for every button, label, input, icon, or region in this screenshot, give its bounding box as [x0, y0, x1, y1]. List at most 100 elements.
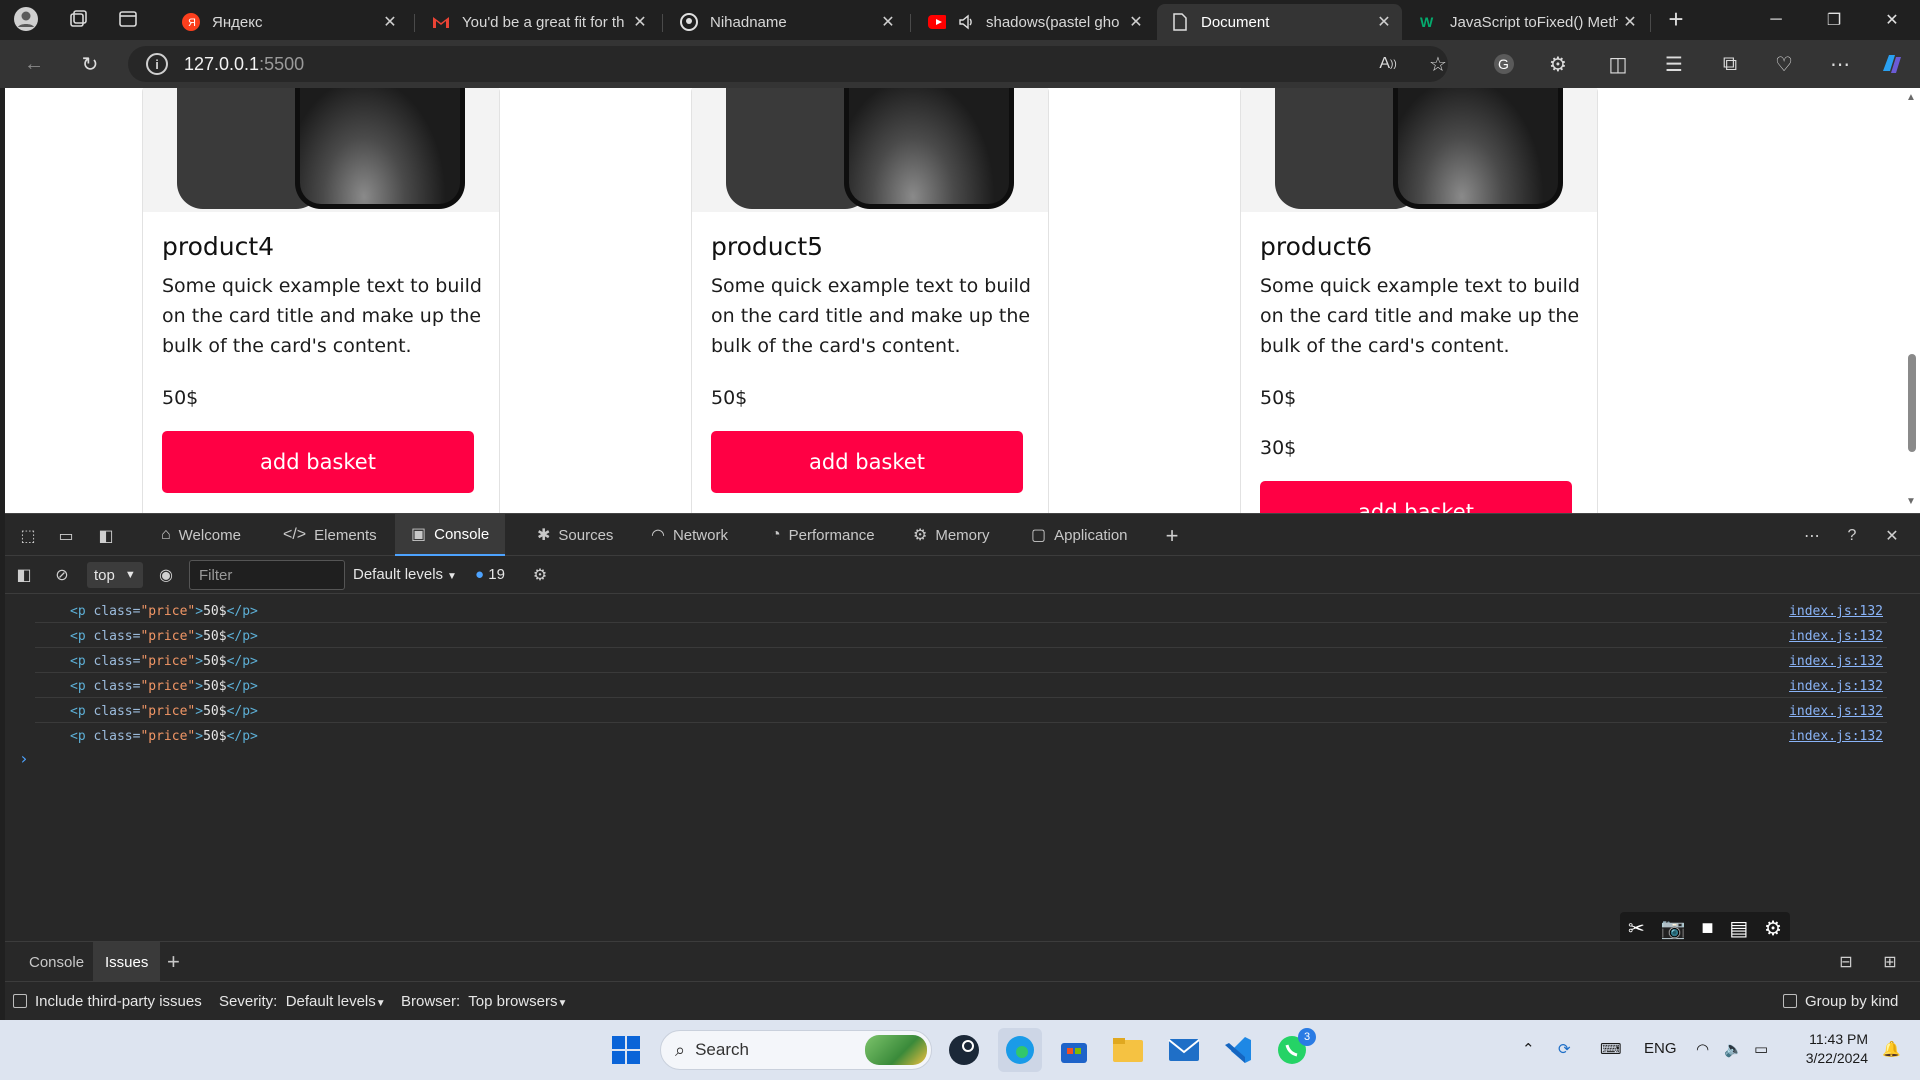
clear-console-icon[interactable]: ⊘	[51, 564, 73, 586]
scrollbar-thumb[interactable]	[1908, 354, 1916, 452]
copilot-icon[interactable]	[1876, 48, 1908, 80]
speaker-icon[interactable]	[958, 13, 976, 31]
steam-icon[interactable]	[946, 1032, 982, 1068]
add-basket-button[interactable]: add basket	[162, 431, 474, 493]
close-window-icon[interactable]: ✕	[1864, 0, 1920, 40]
camera-icon[interactable]: 📷	[1661, 916, 1686, 941]
page-scrollbar[interactable]: ▲ ▼	[1904, 88, 1920, 513]
browser-dropdown[interactable]: Browser: Top browsers▼	[401, 993, 567, 1010]
grammarly-icon[interactable]: G	[1488, 48, 1520, 80]
language-indicator[interactable]: ENG	[1644, 1040, 1677, 1057]
devtools-tab-application[interactable]: ▢ Application	[1021, 514, 1138, 556]
sync-icon[interactable]: ⟳	[1558, 1040, 1571, 1058]
device-emulation-icon[interactable]: ▭	[55, 525, 77, 547]
close-devtools-icon[interactable]: ✕	[1881, 525, 1903, 547]
dock-drawer-icon[interactable]: ⊟	[1835, 951, 1857, 973]
back-icon[interactable]: ←	[18, 48, 50, 80]
favorites-icon[interactable]: ☰	[1658, 48, 1690, 80]
source-link[interactable]: index.js:132	[1789, 604, 1883, 619]
tab-close-icon[interactable]: ✕	[378, 12, 402, 32]
drawer-tab-issues[interactable]: Issues	[93, 942, 161, 982]
devtools-tab-welcome[interactable]: ⌂ Welcome	[151, 514, 251, 556]
split-screen-icon[interactable]: ◫	[1602, 48, 1634, 80]
include-third-party-checkbox[interactable]: Include third-party issues	[13, 993, 202, 1010]
source-link[interactable]: index.js:132	[1789, 704, 1883, 719]
settings-gear-icon[interactable]: ⚙	[1764, 916, 1782, 941]
more-menu-icon[interactable]: ⋯	[1824, 48, 1856, 80]
console-prompt-chevron-icon[interactable]: ›	[19, 749, 29, 768]
windows-start-icon[interactable]	[608, 1032, 644, 1068]
edge-icon[interactable]	[998, 1028, 1042, 1072]
source-link[interactable]: index.js:132	[1789, 629, 1883, 644]
wifi-icon[interactable]: ◠	[1696, 1040, 1709, 1058]
tab-close-icon[interactable]: ✕	[628, 12, 652, 32]
group-by-kind-checkbox[interactable]: Group by kind	[1783, 993, 1898, 1010]
scroll-down-icon[interactable]: ▼	[1906, 496, 1916, 507]
drawer-tab-console[interactable]: Console	[17, 942, 96, 982]
whatsapp-icon[interactable]: 3	[1274, 1028, 1316, 1068]
add-basket-button[interactable]: add basket	[1260, 481, 1572, 513]
mail-icon[interactable]	[1166, 1032, 1202, 1068]
sidebar-toggle-icon[interactable]: ◧	[13, 564, 35, 586]
devtools-tab-sources[interactable]: ✱ Sources	[527, 514, 623, 556]
devtools-tab-console[interactable]: ▣ Console	[395, 514, 506, 556]
restore-icon[interactable]: ❐	[1806, 0, 1862, 40]
console-settings-icon[interactable]: ⚙	[529, 564, 551, 586]
taskbar-clock[interactable]: 11:43 PM 3/22/2024	[1806, 1030, 1868, 1068]
more-tools-plus-icon[interactable]: +	[1161, 523, 1183, 548]
video-camera-icon[interactable]: ■	[1701, 917, 1713, 940]
browser-tab[interactable]: You'd be a great fit for th ✕	[418, 4, 658, 40]
volume-icon[interactable]: 🔈	[1724, 1040, 1743, 1058]
taskbar-search[interactable]: ⌕ Search	[660, 1030, 932, 1070]
refresh-icon[interactable]: ↻	[74, 48, 106, 80]
new-tab-button[interactable]: +	[1660, 3, 1692, 35]
log-levels-dropdown[interactable]: Default levels ▼	[353, 566, 457, 583]
live-expression-eye-icon[interactable]: ◉	[155, 564, 177, 586]
profile-avatar-icon[interactable]	[10, 3, 42, 35]
source-link[interactable]: index.js:132	[1789, 679, 1883, 694]
source-link[interactable]: index.js:132	[1789, 729, 1883, 744]
tab-actions-icon[interactable]	[112, 3, 144, 35]
vscode-icon[interactable]	[1220, 1032, 1256, 1068]
gallery-icon[interactable]: ▤	[1729, 916, 1748, 941]
minimize-icon[interactable]: ─	[1748, 0, 1804, 40]
file-explorer-icon[interactable]	[1110, 1032, 1146, 1068]
read-aloud-icon[interactable]: A))	[1372, 48, 1404, 80]
dock-side-icon[interactable]: ◧	[95, 525, 117, 547]
source-link[interactable]: index.js:132	[1789, 654, 1883, 669]
drawer-layout-icon[interactable]: ⊞	[1879, 951, 1901, 973]
console-message[interactable]: <p class="price">50$</p> index.js:132	[35, 673, 1887, 698]
severity-dropdown[interactable]: Severity: Default levels▼	[219, 993, 386, 1010]
browser-tab[interactable]: shadows(pastel gho ✕	[914, 4, 1154, 40]
battery-icon[interactable]: ▭	[1754, 1040, 1768, 1058]
inspect-element-icon[interactable]: ⬚	[17, 525, 39, 547]
extensions-icon[interactable]: ⚙	[1542, 48, 1574, 80]
browser-tab-active[interactable]: Document ✕	[1157, 4, 1402, 40]
collections-icon[interactable]: ⧉	[1714, 48, 1746, 80]
browser-tab[interactable]: Nihadname ✕	[666, 4, 906, 40]
snip-icon[interactable]: ✂	[1628, 916, 1645, 941]
scroll-up-icon[interactable]: ▲	[1906, 92, 1916, 103]
address-bar[interactable]: i 127.0.0.1:5500	[128, 46, 1448, 82]
favorite-star-icon[interactable]: ☆	[1422, 48, 1454, 80]
workspaces-icon[interactable]	[62, 3, 94, 35]
tab-close-icon[interactable]: ✕	[1124, 12, 1148, 32]
devtools-more-icon[interactable]: ⋯	[1801, 525, 1823, 547]
help-icon[interactable]: ?	[1841, 525, 1863, 547]
console-message[interactable]: <p class="price">50$</p> index.js:132	[35, 723, 1887, 748]
devtools-tab-memory[interactable]: ⚙ Memory	[903, 514, 1000, 556]
devtools-tab-performance[interactable]: ◔ Performance	[761, 514, 885, 556]
browser-tab[interactable]: W JavaScript toFixed() Meth ✕	[1406, 4, 1648, 40]
devtools-tab-network[interactable]: ◠ Network	[641, 514, 738, 556]
console-filter-input[interactable]	[189, 560, 345, 590]
browser-tab[interactable]: Я Яндекс ✕	[168, 4, 408, 40]
devtools-tab-elements[interactable]: </> Elements	[273, 514, 387, 556]
tab-close-icon[interactable]: ✕	[1618, 12, 1642, 32]
tab-close-icon[interactable]: ✕	[876, 12, 900, 32]
tab-close-icon[interactable]: ✕	[1372, 12, 1396, 32]
drawer-add-tab-icon[interactable]: +	[155, 942, 192, 982]
browser-essentials-icon[interactable]: ♡	[1768, 48, 1800, 80]
console-message[interactable]: <p class="price">50$</p> index.js:132	[35, 648, 1887, 673]
console-message[interactable]: <p class="price">50$</p> index.js:132	[35, 598, 1887, 623]
context-select[interactable]: top ▼	[87, 562, 143, 588]
